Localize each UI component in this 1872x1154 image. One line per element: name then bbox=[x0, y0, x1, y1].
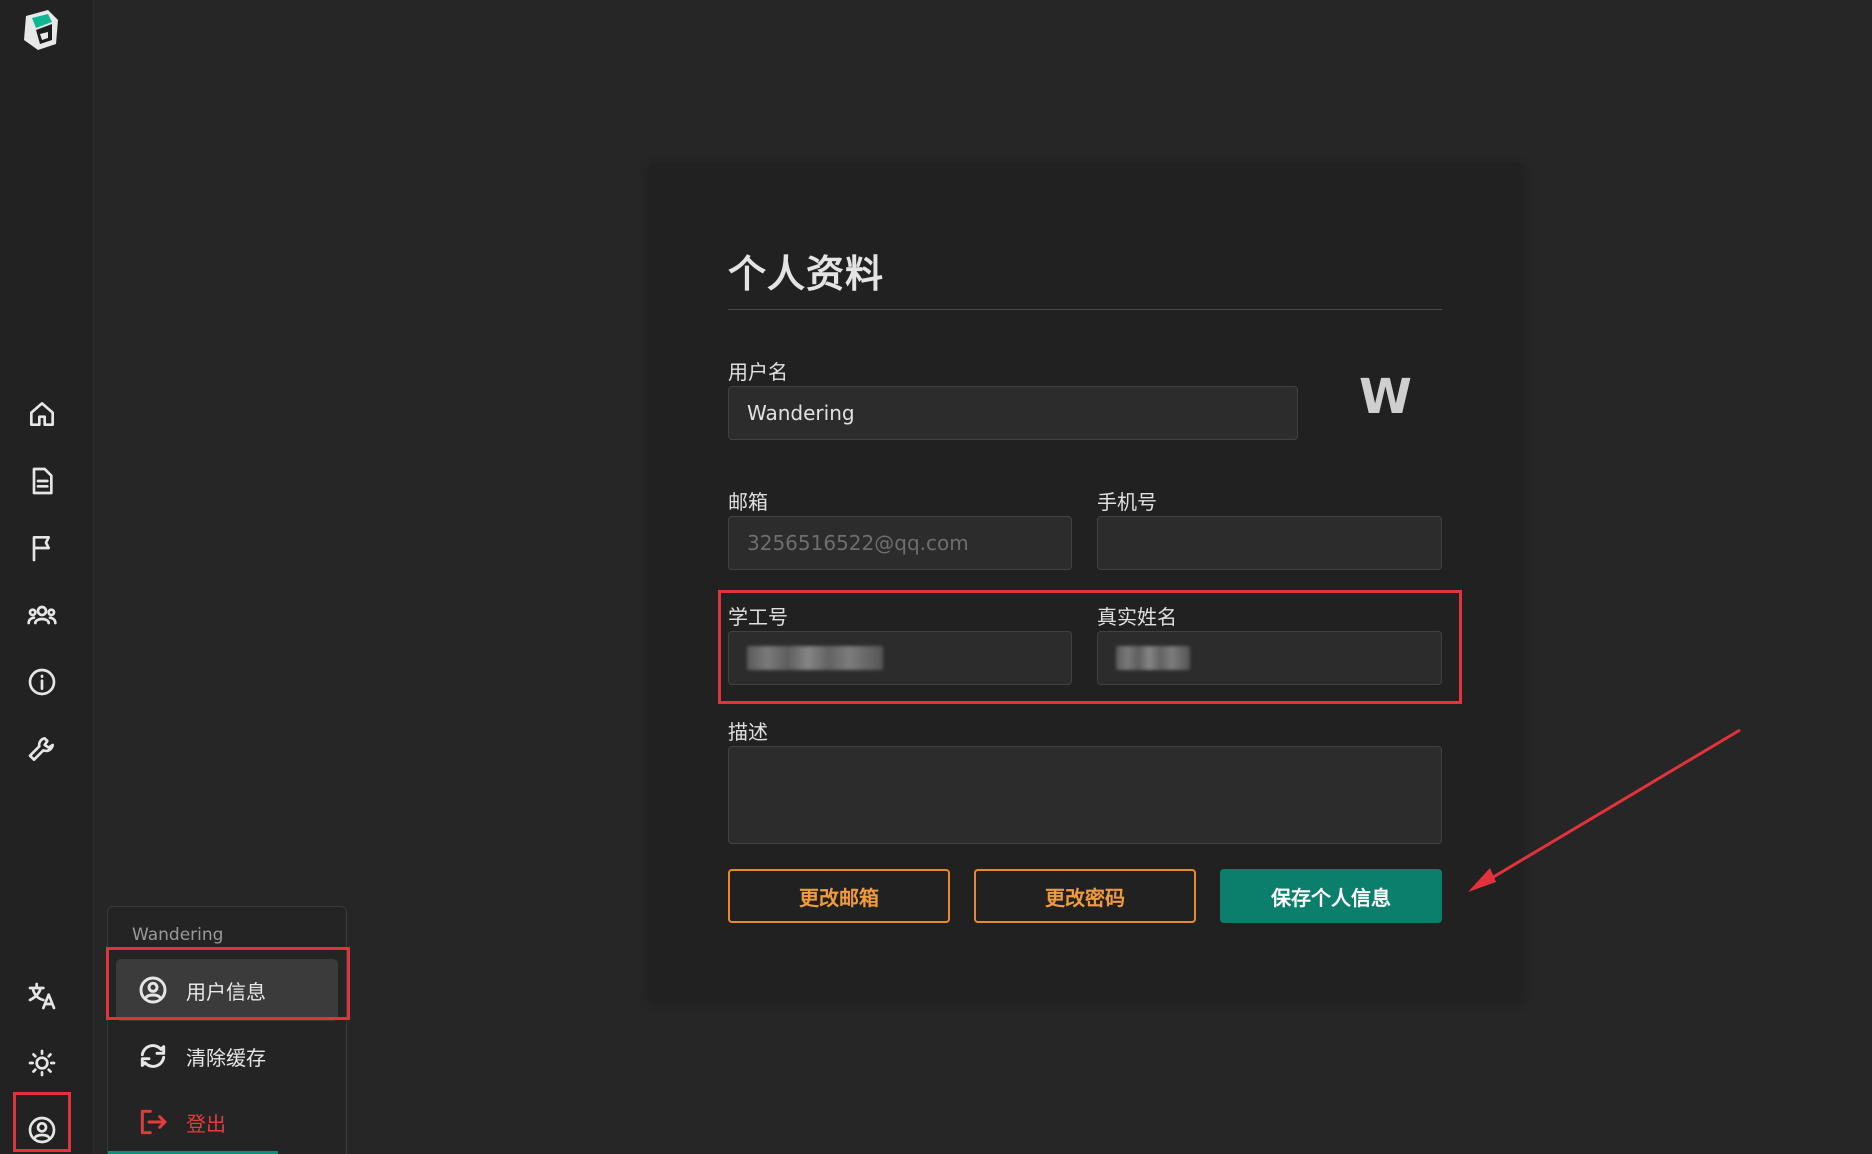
page-title: 个人资料 bbox=[728, 252, 885, 296]
refresh-icon bbox=[136, 1039, 170, 1073]
logout-icon bbox=[136, 1105, 170, 1139]
annotation-arrow bbox=[1468, 728, 1741, 892]
app-root: Wandering 用户信息 清除缓存 登出 个人资料 用户名 Wanderin… bbox=[0, 0, 1872, 1154]
home-icon[interactable] bbox=[21, 393, 63, 435]
wrench-icon[interactable] bbox=[21, 728, 63, 770]
change-email-button[interactable]: 更改邮箱 bbox=[728, 869, 950, 923]
email-field[interactable]: 3256516522@qq.com bbox=[728, 516, 1072, 570]
profile-card: 个人资料 用户名 Wandering W 邮箱 3256516522@qq.co… bbox=[649, 163, 1522, 1001]
change-password-button[interactable]: 更改密码 bbox=[974, 869, 1196, 923]
flag-icon[interactable] bbox=[21, 527, 63, 569]
annotation-highlight-identity-fields bbox=[718, 590, 1462, 704]
menu-item-clear-cache[interactable]: 清除缓存 bbox=[116, 1025, 338, 1087]
menu-username: Wandering bbox=[132, 925, 224, 945]
info-icon[interactable] bbox=[21, 661, 63, 703]
menu-item-label: 登出 bbox=[186, 1111, 226, 1136]
sidebar bbox=[0, 0, 94, 1154]
phone-label: 手机号 bbox=[1097, 490, 1157, 514]
document-icon[interactable] bbox=[21, 460, 63, 502]
avatar[interactable]: W bbox=[1359, 369, 1412, 425]
users-icon[interactable] bbox=[21, 594, 63, 636]
username-label: 用户名 bbox=[728, 360, 788, 384]
phone-field[interactable] bbox=[1097, 516, 1442, 570]
annotation-highlight-user-button bbox=[13, 1092, 71, 1152]
app-logo[interactable] bbox=[18, 6, 66, 54]
user-dropdown-menu: Wandering 用户信息 清除缓存 登出 bbox=[107, 906, 347, 1154]
translate-icon[interactable] bbox=[21, 975, 63, 1017]
description-textarea[interactable] bbox=[728, 746, 1442, 844]
description-label: 描述 bbox=[728, 720, 768, 744]
email-label: 邮箱 bbox=[728, 490, 768, 514]
menu-item-label: 清除缓存 bbox=[186, 1045, 266, 1070]
username-field[interactable]: Wandering bbox=[728, 386, 1298, 440]
save-profile-button[interactable]: 保存个人信息 bbox=[1220, 869, 1442, 923]
menu-item-logout[interactable]: 登出 bbox=[116, 1091, 338, 1153]
annotation-highlight-user-info bbox=[106, 947, 350, 1020]
theme-sun-icon[interactable] bbox=[21, 1042, 63, 1084]
title-divider bbox=[728, 309, 1442, 310]
